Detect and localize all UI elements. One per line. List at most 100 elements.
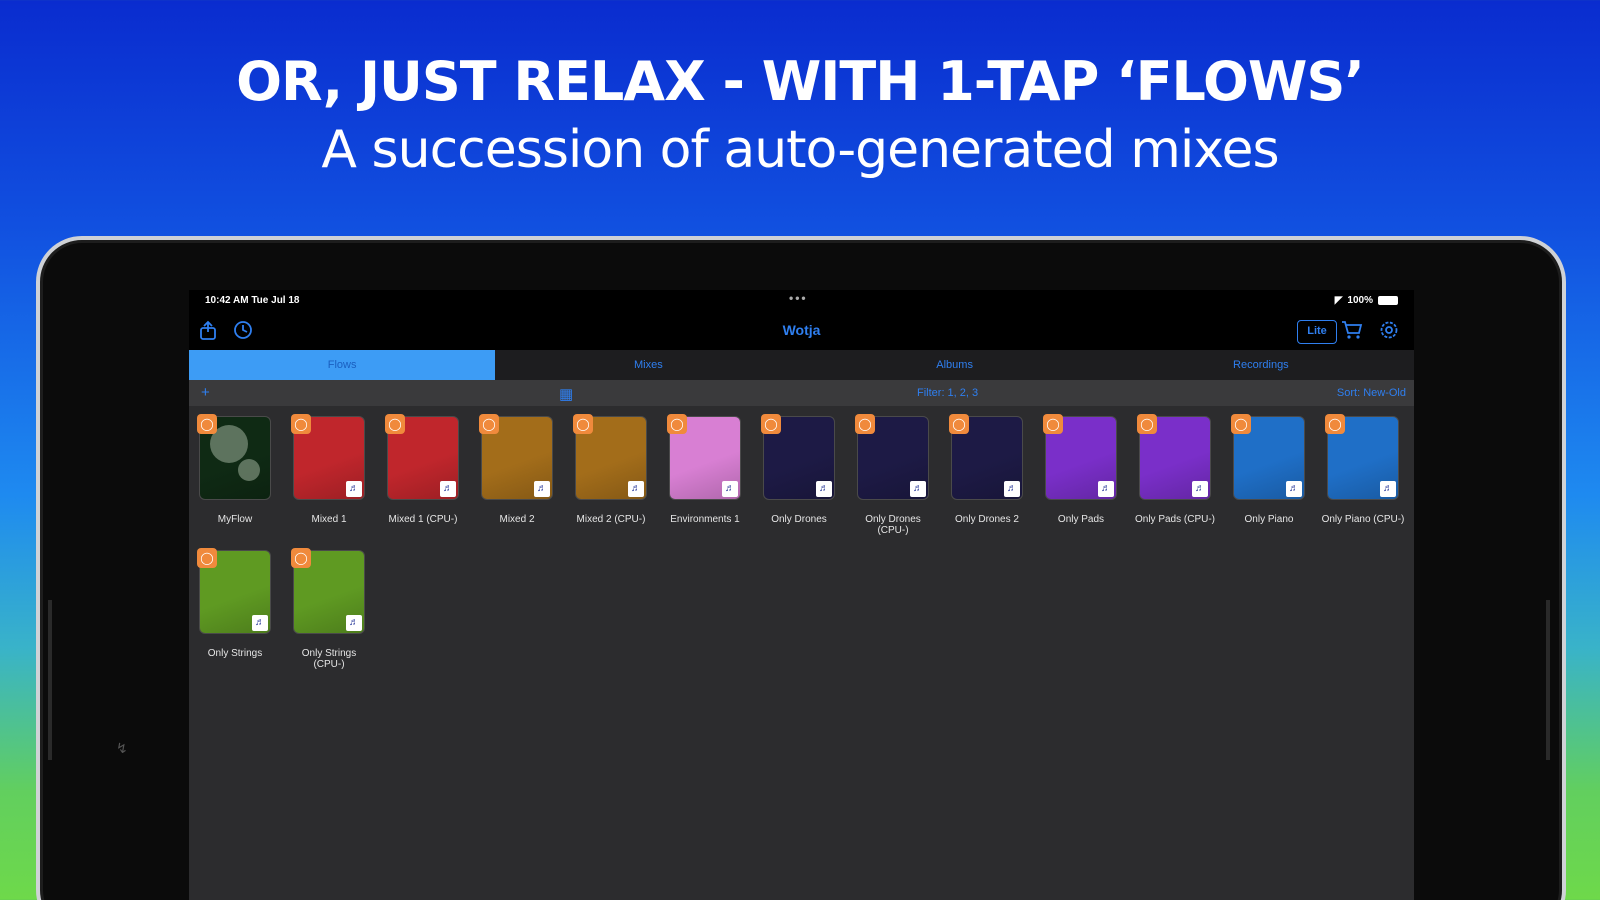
edit-badge-icon[interactable]: ◯ [1325, 414, 1345, 434]
flow-artwork[interactable]: ◯ [197, 414, 271, 500]
tab-bar: Flows Mixes Albums Recordings [189, 350, 1414, 380]
nav-bar: Wotja Lite [189, 312, 1414, 350]
flow-type-icon: ♬ [910, 481, 926, 497]
flow-label: MyFlow [217, 514, 253, 525]
edit-badge-icon[interactable]: ◯ [1137, 414, 1157, 434]
flow-type-icon: ♬ [816, 481, 832, 497]
flow-artwork[interactable]: ◯ ♬ [1231, 414, 1305, 500]
flow-type-icon: ♬ [346, 615, 362, 631]
flow-label: Mixed 2 [499, 514, 535, 525]
multitask-dots[interactable]: ••• [789, 291, 808, 305]
flow-artwork[interactable]: ◯ ♬ [667, 414, 741, 500]
lite-button[interactable]: Lite [1297, 320, 1337, 344]
edit-badge-icon[interactable]: ◯ [761, 414, 781, 434]
list-toolbar: + ▦ Filter: 1, 2, 3 Sort: New-Old [189, 380, 1414, 406]
edit-badge-icon[interactable]: ◯ [667, 414, 687, 434]
tablet-camera-mark: ↯ [116, 740, 128, 756]
tablet-side-button-right [1546, 600, 1550, 760]
flow-tile[interactable]: ◯ ♬ Only Drones [761, 414, 835, 525]
add-button[interactable]: + [201, 384, 210, 401]
flow-type-icon: ♬ [1380, 481, 1396, 497]
flow-type-icon: ♬ [1286, 481, 1302, 497]
grid-view-icon[interactable]: ▦ [559, 385, 573, 403]
flow-label: Only Strings [207, 648, 263, 659]
flow-tile[interactable]: ◯ ♬ Only Pads [1043, 414, 1117, 525]
flow-type-icon: ♬ [1098, 481, 1114, 497]
tab-recordings[interactable]: Recordings [1108, 350, 1414, 380]
flow-type-icon: ♬ [534, 481, 550, 497]
flow-tile[interactable]: ◯ ♬ Mixed 1 [291, 414, 365, 525]
flow-tile[interactable]: ◯ ♬ Mixed 2 [479, 414, 553, 525]
flow-label: Mixed 1 [311, 514, 347, 525]
app-screen: 10:42 AM Tue Jul 18 ••• ◤ 100% Wotja Lit… [189, 290, 1414, 900]
app-title: Wotja [782, 322, 821, 338]
filter-button[interactable]: Filter: 1, 2, 3 [917, 387, 978, 399]
headline-line-1: OR, JUST RELAX - WITH 1-TAP ‘FLOWS’ [236, 50, 1365, 113]
headline-line-2: A succession of auto-generated mixes [321, 120, 1279, 180]
flow-tile[interactable]: ◯ ♬ Only Strings (CPU-) [291, 548, 365, 670]
edit-badge-icon[interactable]: ◯ [949, 414, 969, 434]
edit-badge-icon[interactable]: ◯ [291, 414, 311, 434]
edit-badge-icon[interactable]: ◯ [855, 414, 875, 434]
flow-tile[interactable]: ◯ MyFlow [197, 414, 271, 525]
cart-icon[interactable] [1341, 320, 1363, 344]
flow-artwork[interactable]: ◯ ♬ [479, 414, 553, 500]
flow-tile[interactable]: ◯ ♬ Only Strings [197, 548, 271, 659]
tab-flows[interactable]: Flows [189, 350, 496, 380]
flow-label: Only Pads [1057, 514, 1105, 525]
edit-badge-icon[interactable]: ◯ [197, 548, 217, 568]
flow-type-icon: ♬ [722, 481, 738, 497]
flow-artwork[interactable]: ◯ ♬ [291, 414, 365, 500]
flow-tile[interactable]: ◯ ♬ Mixed 2 (CPU-) [573, 414, 647, 525]
flow-artwork[interactable]: ◯ ♬ [1325, 414, 1399, 500]
flow-type-icon: ♬ [440, 481, 456, 497]
flow-artwork[interactable]: ◯ ♬ [949, 414, 1023, 500]
flow-artwork[interactable]: ◯ ♬ [761, 414, 835, 500]
flow-tile[interactable]: ◯ ♬ Only Piano (CPU-) [1322, 414, 1404, 525]
status-bar: 10:42 AM Tue Jul 18 ••• ◤ 100% [189, 290, 1414, 312]
flow-tile[interactable]: ◯ ♬ Mixed 1 (CPU-) [385, 414, 459, 525]
flow-label: Only Strings (CPU-) [301, 648, 357, 670]
flow-label: Only Piano (CPU-) [1321, 514, 1405, 525]
artwork-blob [238, 459, 260, 481]
flow-type-icon: ♬ [346, 481, 362, 497]
flow-artwork[interactable]: ◯ ♬ [385, 414, 459, 500]
flow-label: Only Drones [771, 514, 827, 525]
flow-artwork[interactable]: ◯ ♬ [1137, 414, 1211, 500]
flow-label: Mixed 1 (CPU-) [388, 514, 458, 525]
flow-artwork[interactable]: ◯ ♬ [1043, 414, 1117, 500]
edit-badge-icon[interactable]: ◯ [385, 414, 405, 434]
flow-artwork[interactable]: ◯ ♬ [197, 548, 271, 634]
sort-button[interactable]: Sort: New-Old [1337, 387, 1406, 399]
flow-label: Only Drones 2 [955, 514, 1019, 525]
flow-tile[interactable]: ◯ ♬ Only Drones (CPU-) [855, 414, 929, 536]
flow-label: Only Piano [1244, 514, 1294, 525]
flow-artwork[interactable]: ◯ ♬ [573, 414, 647, 500]
flow-type-icon: ♬ [252, 615, 268, 631]
tab-albums[interactable]: Albums [802, 350, 1108, 380]
flow-label: Mixed 2 (CPU-) [576, 514, 646, 525]
flow-label: Only Drones (CPU-) [865, 514, 921, 536]
flow-label: Environments 1 [670, 514, 740, 525]
edit-badge-icon[interactable]: ◯ [479, 414, 499, 434]
battery-icon [1378, 296, 1398, 305]
flow-artwork[interactable]: ◯ ♬ [855, 414, 929, 500]
flow-tile[interactable]: ◯ ♬ Only Pads (CPU-) [1135, 414, 1215, 525]
flow-tile[interactable]: ◯ ♬ Only Piano [1231, 414, 1305, 525]
tab-mixes[interactable]: Mixes [495, 350, 801, 380]
edit-badge-icon[interactable]: ◯ [1043, 414, 1063, 434]
flow-tile[interactable]: ◯ ♬ Environments 1 [667, 414, 741, 525]
settings-icon[interactable] [1379, 320, 1399, 344]
flow-type-icon: ♬ [1004, 481, 1020, 497]
edit-badge-icon[interactable]: ◯ [573, 414, 593, 434]
edit-badge-icon[interactable]: ◯ [291, 548, 311, 568]
flow-tile[interactable]: ◯ ♬ Only Drones 2 [949, 414, 1023, 525]
edit-badge-icon[interactable]: ◯ [197, 414, 217, 434]
wifi-icon: ◤ [1334, 295, 1343, 306]
battery-percent: 100% [1347, 295, 1373, 306]
tablet-side-button-left [48, 600, 52, 760]
status-time: 10:42 AM Tue Jul 18 [205, 295, 300, 306]
edit-badge-icon[interactable]: ◯ [1231, 414, 1251, 434]
flow-artwork[interactable]: ◯ ♬ [291, 548, 365, 634]
flow-type-icon: ♬ [628, 481, 644, 497]
